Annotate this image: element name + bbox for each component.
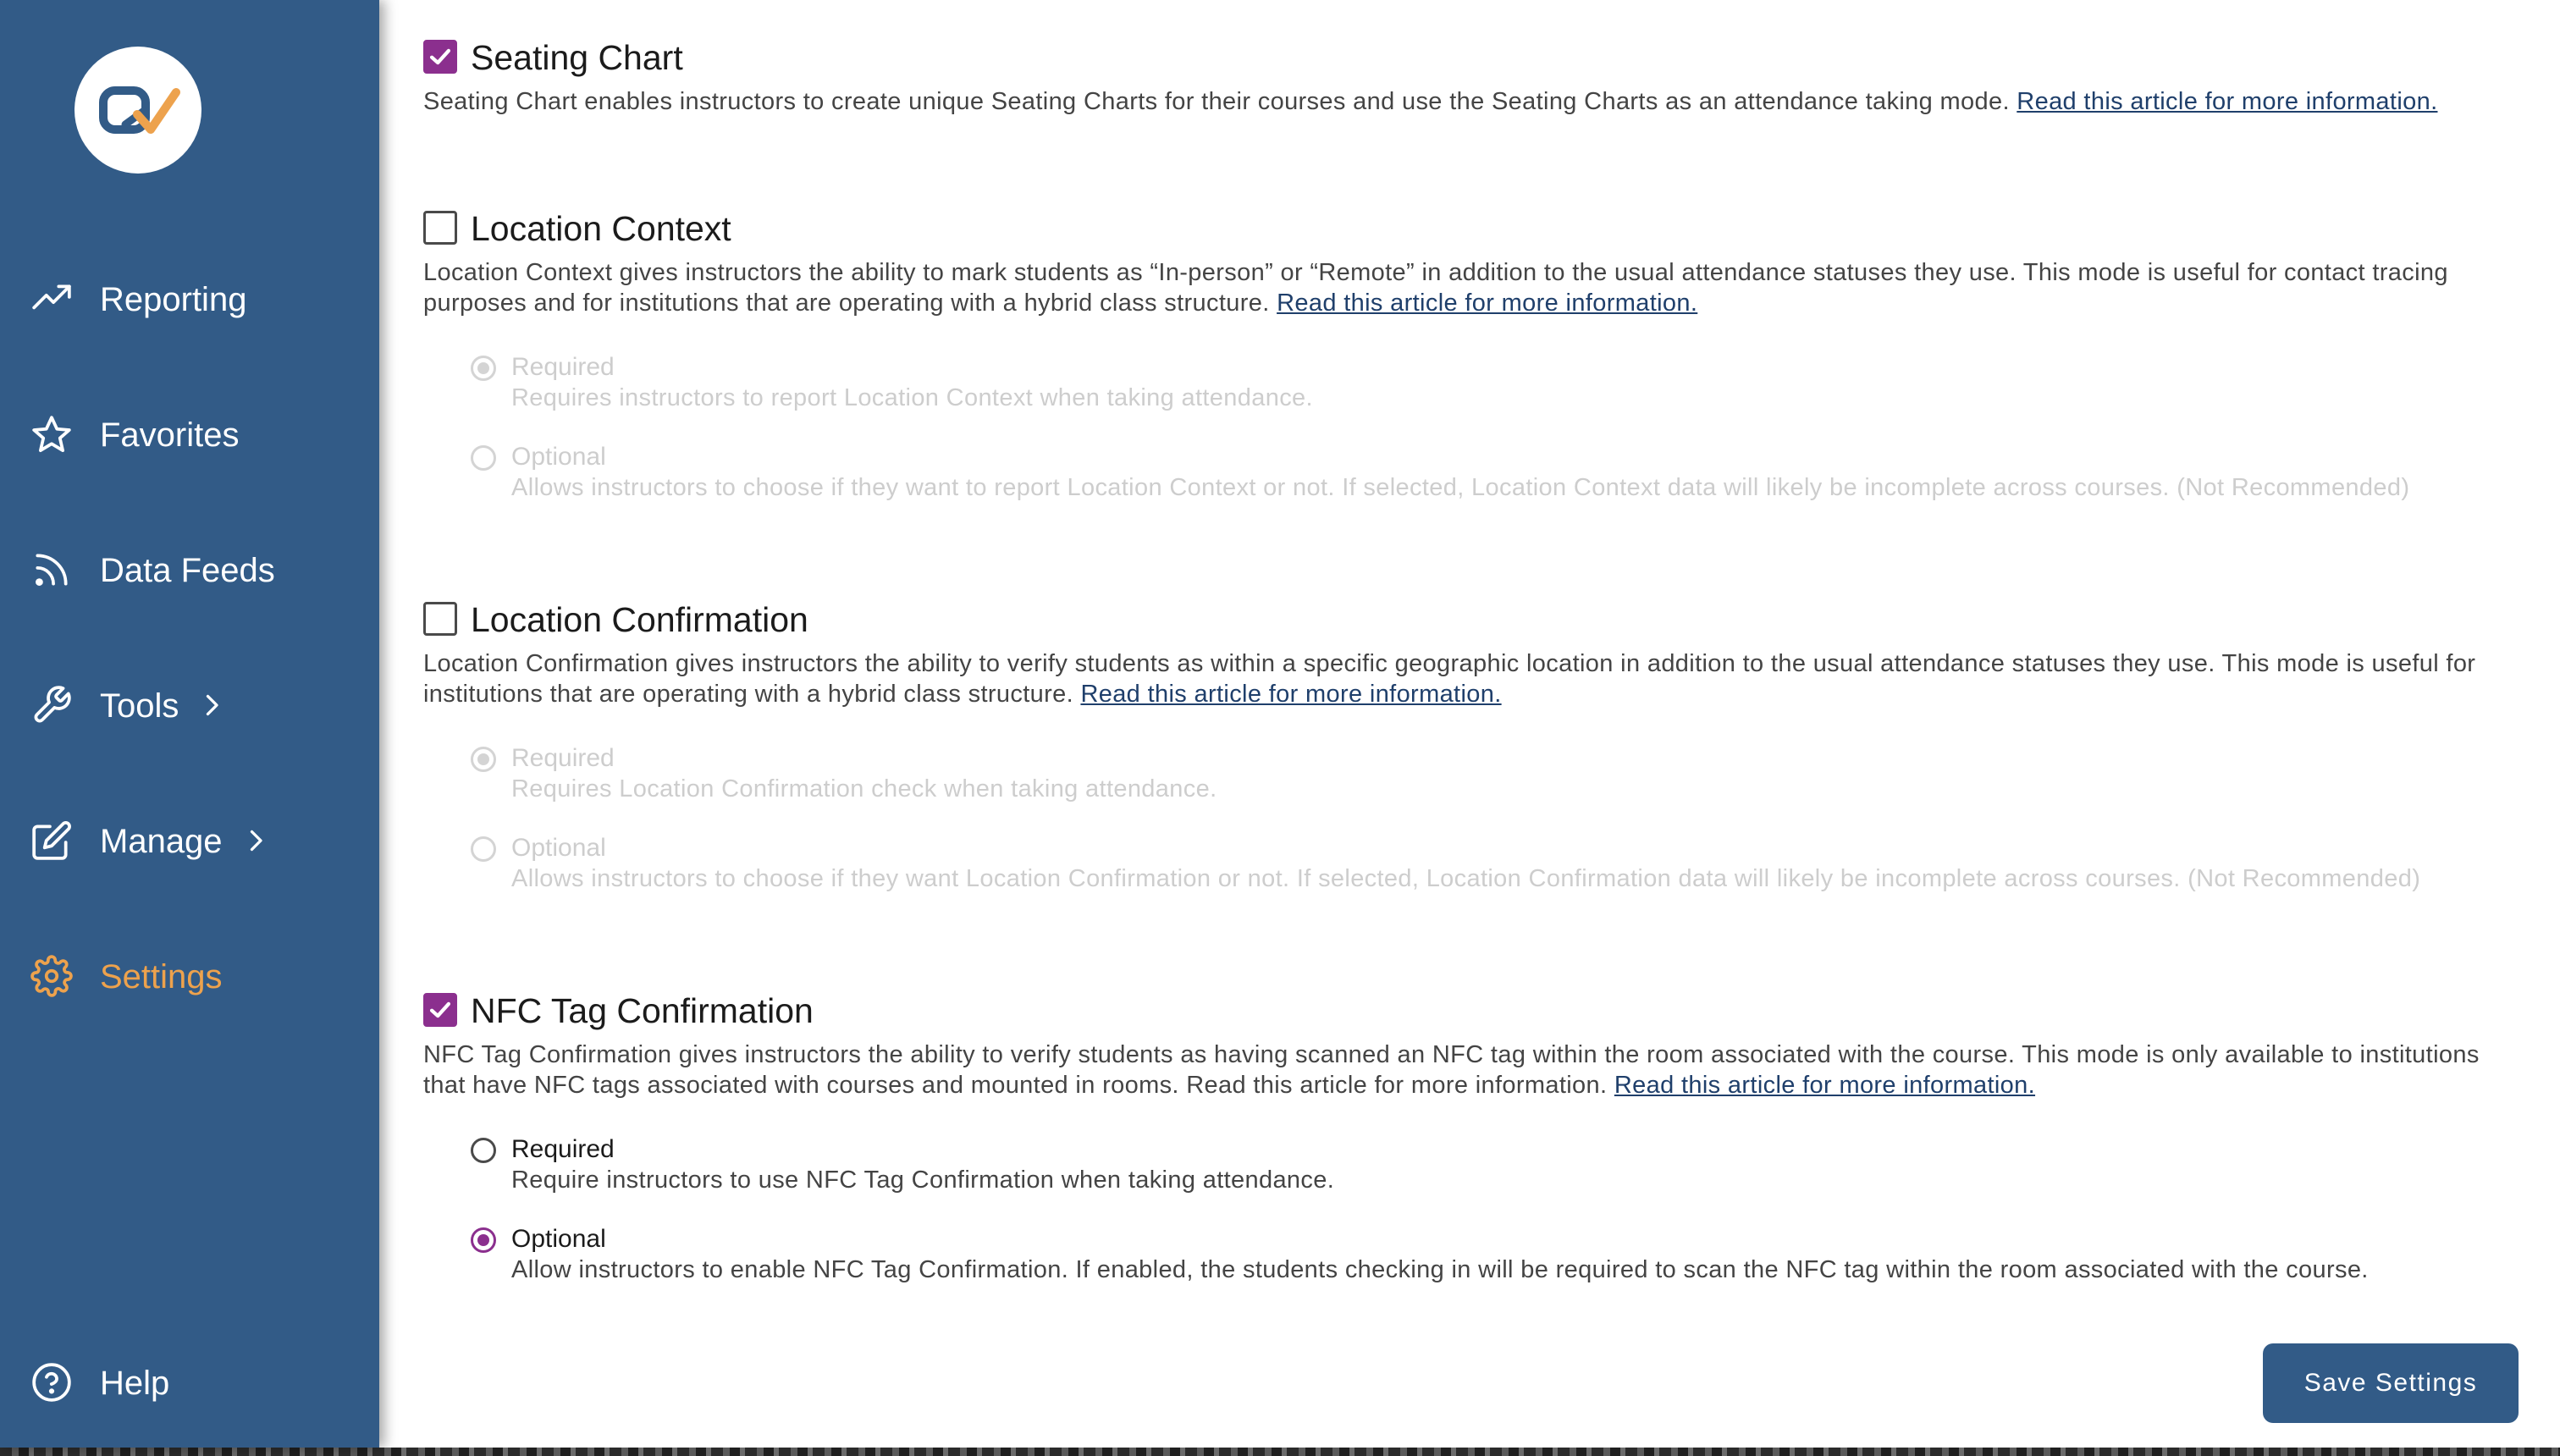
location-context-description: Location Context gives instructors the a… bbox=[423, 257, 2514, 318]
location-context-setting: Location Context Location Context gives … bbox=[423, 207, 2514, 503]
location-confirmation-required-radio[interactable] bbox=[471, 747, 496, 772]
sidebar-item-reporting[interactable]: Reporting bbox=[0, 259, 379, 335]
location-context-option-optional: Optional Allows instructors to choose if… bbox=[467, 442, 2514, 503]
location-confirmation-description: Location Confirmation gives instructors … bbox=[423, 648, 2514, 709]
trending-up-icon bbox=[30, 278, 73, 320]
sidebar-item-label: Manage bbox=[100, 823, 223, 860]
location-context-checkbox[interactable] bbox=[423, 211, 457, 245]
location-confirmation-option-optional: Optional Allows instructors to choose if… bbox=[467, 833, 2514, 894]
seating-chart-checkbox[interactable] bbox=[423, 40, 457, 74]
location-confirmation-option-required: Required Requires Location Confirmation … bbox=[467, 743, 2514, 804]
nfc-tag-article-link[interactable]: Read this article for more information. bbox=[1614, 1072, 2035, 1099]
seating-chart-setting: Seating Chart Seating Chart enables inst… bbox=[423, 36, 2514, 117]
option-description: Allow instructors to enable NFC Tag Conf… bbox=[511, 1256, 2369, 1283]
sidebar-item-favorites[interactable]: Favorites bbox=[0, 394, 379, 471]
seating-chart-article-link[interactable]: Read this article for more information. bbox=[2017, 88, 2437, 115]
settings-panel: Seating Chart Seating Chart enables inst… bbox=[379, 0, 2560, 1448]
seating-chart-description: Seating Chart enables instructors to cre… bbox=[423, 86, 2514, 117]
wrench-icon bbox=[30, 684, 73, 726]
sidebar-item-label: Tools bbox=[100, 687, 179, 725]
option-title: Optional bbox=[511, 443, 606, 471]
edit-icon bbox=[30, 819, 73, 862]
description-text: NFC Tag Confirmation gives instructors t… bbox=[423, 1041, 2480, 1099]
rss-icon bbox=[30, 549, 73, 591]
location-context-option-required: Required Requires instructors to report … bbox=[467, 352, 2514, 413]
qwickly-check-logo bbox=[99, 86, 180, 134]
location-context-optional-radio[interactable] bbox=[471, 445, 496, 471]
location-context-required-radio[interactable] bbox=[471, 356, 496, 381]
chevron-right-icon bbox=[240, 825, 271, 856]
nfc-tag-option-required: Required Require instructors to use NFC … bbox=[467, 1134, 2514, 1195]
gear-icon bbox=[30, 955, 73, 997]
nfc-tag-confirmation-setting: NFC Tag Confirmation NFC Tag Confirmatio… bbox=[423, 989, 2514, 1285]
star-icon bbox=[30, 413, 73, 455]
option-title: Required bbox=[511, 353, 615, 381]
option-description: Requires instructors to report Location … bbox=[511, 384, 1313, 411]
option-title: Required bbox=[511, 744, 615, 772]
location-context-title: Location Context bbox=[471, 209, 731, 248]
nfc-tag-option-optional: Optional Allow instructors to enable NFC… bbox=[467, 1224, 2514, 1285]
nfc-tag-confirmation-checkbox[interactable] bbox=[423, 993, 457, 1027]
option-description: Require instructors to use NFC Tag Confi… bbox=[511, 1166, 1335, 1194]
sidebar-item-manage[interactable]: Manage bbox=[0, 801, 379, 877]
option-title: Required bbox=[511, 1135, 615, 1163]
seating-chart-title: Seating Chart bbox=[471, 38, 683, 77]
option-description: Requires Location Confirmation check whe… bbox=[511, 775, 1217, 802]
sidebar-item-label: Help bbox=[100, 1365, 170, 1402]
sidebar-item-label: Settings bbox=[100, 958, 223, 995]
location-confirmation-article-link[interactable]: Read this article for more information. bbox=[1080, 681, 1501, 708]
help-circle-icon bbox=[30, 1361, 73, 1404]
sidebar: Reporting Favorites Data Feeds Tools Man… bbox=[0, 0, 379, 1448]
location-context-article-link[interactable]: Read this article for more information. bbox=[1277, 290, 1697, 317]
sidebar-item-data-feeds[interactable]: Data Feeds bbox=[0, 530, 379, 606]
sidebar-item-label: Favorites bbox=[100, 416, 240, 454]
checkmark-icon bbox=[429, 48, 451, 65]
location-confirmation-optional-radio[interactable] bbox=[471, 836, 496, 862]
sidebar-item-label: Reporting bbox=[100, 281, 247, 318]
nfc-tag-confirmation-description: NFC Tag Confirmation gives instructors t… bbox=[423, 1040, 2514, 1100]
nfc-tag-confirmation-title: NFC Tag Confirmation bbox=[471, 991, 814, 1030]
location-confirmation-checkbox[interactable] bbox=[423, 602, 457, 636]
option-title: Optional bbox=[511, 1225, 606, 1253]
location-confirmation-title: Location Confirmation bbox=[471, 600, 808, 639]
chevron-right-icon bbox=[196, 690, 227, 720]
option-title: Optional bbox=[511, 834, 606, 862]
option-description: Allows instructors to choose if they wan… bbox=[511, 474, 2410, 501]
sidebar-item-tools[interactable]: Tools bbox=[0, 665, 379, 742]
checkmark-icon bbox=[429, 1001, 451, 1018]
app-logo[interactable] bbox=[74, 47, 201, 174]
sidebar-item-help[interactable]: Help bbox=[0, 1343, 379, 1419]
option-description: Allows instructors to choose if they wan… bbox=[511, 865, 2421, 892]
sidebar-item-label: Data Feeds bbox=[100, 552, 275, 589]
nfc-tag-required-radio[interactable] bbox=[471, 1138, 496, 1163]
sidebar-item-settings[interactable]: Settings bbox=[0, 936, 379, 1012]
nfc-tag-optional-radio[interactable] bbox=[471, 1227, 496, 1253]
save-settings-button[interactable]: Save Settings bbox=[2263, 1343, 2519, 1423]
location-confirmation-setting: Location Confirmation Location Confirmat… bbox=[423, 598, 2514, 894]
description-text: Seating Chart enables instructors to cre… bbox=[423, 88, 2010, 115]
